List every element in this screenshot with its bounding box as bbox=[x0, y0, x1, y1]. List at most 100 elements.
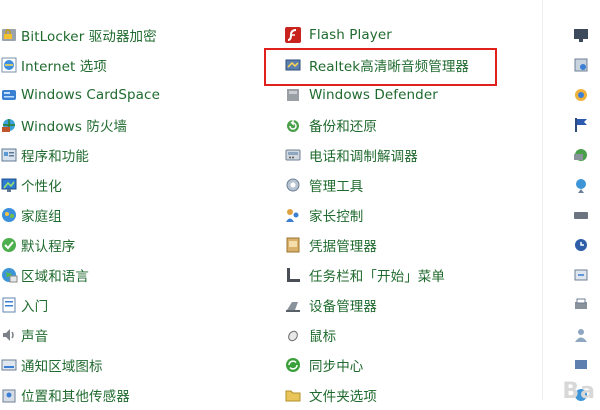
item-label: 设备管理器 bbox=[309, 299, 377, 315]
item-admin-tools[interactable]: 管理工具 bbox=[284, 170, 469, 200]
firewall-icon bbox=[0, 116, 18, 134]
parental-controls-icon bbox=[284, 206, 302, 224]
item-parental-controls[interactable]: 家长控制 bbox=[284, 200, 469, 230]
column-divider bbox=[542, 0, 543, 400]
item-bitlocker[interactable]: BitLocker 驱动器加密 bbox=[0, 20, 160, 50]
item-label: 通知区域图标 bbox=[21, 359, 103, 375]
item-notification-area[interactable]: 通知区域图标 bbox=[0, 350, 160, 380]
item-windows-firewall[interactable]: Windows 防火墙 bbox=[0, 110, 160, 140]
default-programs-icon bbox=[0, 236, 18, 254]
monitor-icon bbox=[572, 26, 590, 44]
item-label: 程序和功能 bbox=[21, 149, 89, 165]
troubleshooting-icon bbox=[572, 176, 590, 194]
item-label: 电话和调制解调器 bbox=[309, 149, 418, 165]
item-label: 声音 bbox=[21, 329, 49, 345]
action-center-flag-icon bbox=[572, 116, 590, 134]
personalization-icon bbox=[0, 176, 18, 194]
taskbar-start-menu-icon bbox=[284, 266, 302, 284]
location-sensors-icon bbox=[0, 386, 18, 404]
item-default-programs[interactable]: 默认程序 bbox=[0, 230, 160, 260]
item-label: 区域和语言 bbox=[21, 269, 89, 285]
item-label: Windows 防火墙 bbox=[21, 119, 128, 135]
item-getting-started[interactable]: 入门 bbox=[0, 290, 160, 320]
item-col3-2[interactable] bbox=[572, 80, 590, 110]
item-label: BitLocker 驱动器加密 bbox=[21, 29, 157, 45]
security-icon bbox=[572, 56, 590, 74]
cardspace-icon bbox=[0, 86, 18, 104]
item-label: Internet 选项 bbox=[21, 59, 107, 75]
control-panel-column-1: BitLocker 驱动器加密 Internet 选项 Windows Card… bbox=[0, 20, 160, 410]
item-col3-10[interactable] bbox=[572, 320, 590, 350]
item-label: 个性化 bbox=[21, 179, 62, 195]
item-label: Flash Player bbox=[309, 27, 392, 43]
item-col3-1[interactable] bbox=[572, 50, 590, 80]
item-credential-manager[interactable]: 凭据管理器 bbox=[284, 230, 469, 260]
credential-manager-icon bbox=[284, 236, 302, 254]
control-panel-column-3 bbox=[572, 20, 590, 410]
device-manager-icon bbox=[284, 296, 302, 314]
homegroup-icon bbox=[0, 206, 18, 224]
item-label: 默认程序 bbox=[21, 239, 76, 255]
item-flash-player[interactable]: Flash Player bbox=[284, 20, 469, 50]
item-label: 鼠标 bbox=[309, 329, 337, 345]
item-phone-modem[interactable]: 电话和调制解调器 bbox=[284, 140, 469, 170]
item-label: 备份和还原 bbox=[309, 119, 377, 135]
backup-restore-icon bbox=[284, 116, 302, 134]
item-col3-8[interactable] bbox=[572, 260, 590, 290]
internet-options-icon bbox=[0, 56, 18, 74]
date-time-icon bbox=[572, 236, 590, 254]
item-label: 管理工具 bbox=[309, 179, 364, 195]
admin-tools-icon bbox=[284, 176, 302, 194]
windows-defender-icon bbox=[284, 86, 302, 104]
item-sync-center[interactable]: 同步中心 bbox=[284, 350, 469, 380]
item-label: 位置和其他传感器 bbox=[21, 389, 130, 405]
remoteapp-icon bbox=[572, 266, 590, 284]
item-folder-options[interactable]: 文件夹选项 bbox=[284, 380, 469, 410]
phone-modem-icon bbox=[284, 146, 302, 164]
item-label: 文件夹选项 bbox=[309, 389, 377, 405]
recovery-icon bbox=[572, 146, 590, 164]
item-col3-11[interactable] bbox=[572, 350, 590, 380]
item-internet-options[interactable]: Internet 选项 bbox=[0, 50, 160, 80]
keyboard-icon bbox=[572, 206, 590, 224]
notification-area-icon bbox=[0, 356, 18, 374]
item-label: Windows CardSpace bbox=[21, 87, 160, 103]
item-col3-9[interactable] bbox=[572, 290, 590, 320]
sound-icon bbox=[0, 326, 18, 344]
item-programs-features[interactable]: 程序和功能 bbox=[0, 140, 160, 170]
item-location-sensors[interactable]: 位置和其他传感器 bbox=[0, 380, 160, 410]
item-device-manager[interactable]: 设备管理器 bbox=[284, 290, 469, 320]
network-icon bbox=[572, 86, 590, 104]
system-icon bbox=[572, 356, 590, 374]
user-accounts-icon bbox=[572, 326, 590, 344]
item-col3-6[interactable] bbox=[572, 200, 590, 230]
item-mouse[interactable]: 鼠标 bbox=[284, 320, 469, 350]
item-label: 同步中心 bbox=[309, 359, 364, 375]
mouse-icon bbox=[284, 326, 302, 344]
bitlocker-icon bbox=[0, 26, 18, 44]
item-label: Windows Defender bbox=[309, 87, 438, 103]
item-label: 家庭组 bbox=[21, 209, 62, 225]
region-language-icon bbox=[0, 266, 18, 284]
item-label: 家长控制 bbox=[309, 209, 364, 225]
item-region-language[interactable]: 区域和语言 bbox=[0, 260, 160, 290]
item-col3-0[interactable] bbox=[572, 20, 590, 50]
folder-options-icon bbox=[284, 386, 302, 404]
item-personalization[interactable]: 个性化 bbox=[0, 170, 160, 200]
programs-features-icon bbox=[0, 146, 18, 164]
sync-center-icon bbox=[284, 356, 302, 374]
item-taskbar-start-menu[interactable]: 任务栏和「开始」菜单 bbox=[284, 260, 469, 290]
item-label: 任务栏和「开始」菜单 bbox=[309, 269, 445, 285]
item-col3-5[interactable] bbox=[572, 170, 590, 200]
item-backup-restore[interactable]: 备份和还原 bbox=[284, 110, 469, 140]
item-homegroup[interactable]: 家庭组 bbox=[0, 200, 160, 230]
getting-started-icon bbox=[0, 296, 18, 314]
item-col3-4[interactable] bbox=[572, 140, 590, 170]
printer-icon bbox=[572, 296, 590, 314]
item-col3-7[interactable] bbox=[572, 230, 590, 260]
watermark-logo: Ba bbox=[562, 379, 596, 404]
item-col3-3[interactable] bbox=[572, 110, 590, 140]
item-label: 入门 bbox=[21, 299, 49, 315]
item-windows-cardspace[interactable]: Windows CardSpace bbox=[0, 80, 160, 110]
item-sound[interactable]: 声音 bbox=[0, 320, 160, 350]
